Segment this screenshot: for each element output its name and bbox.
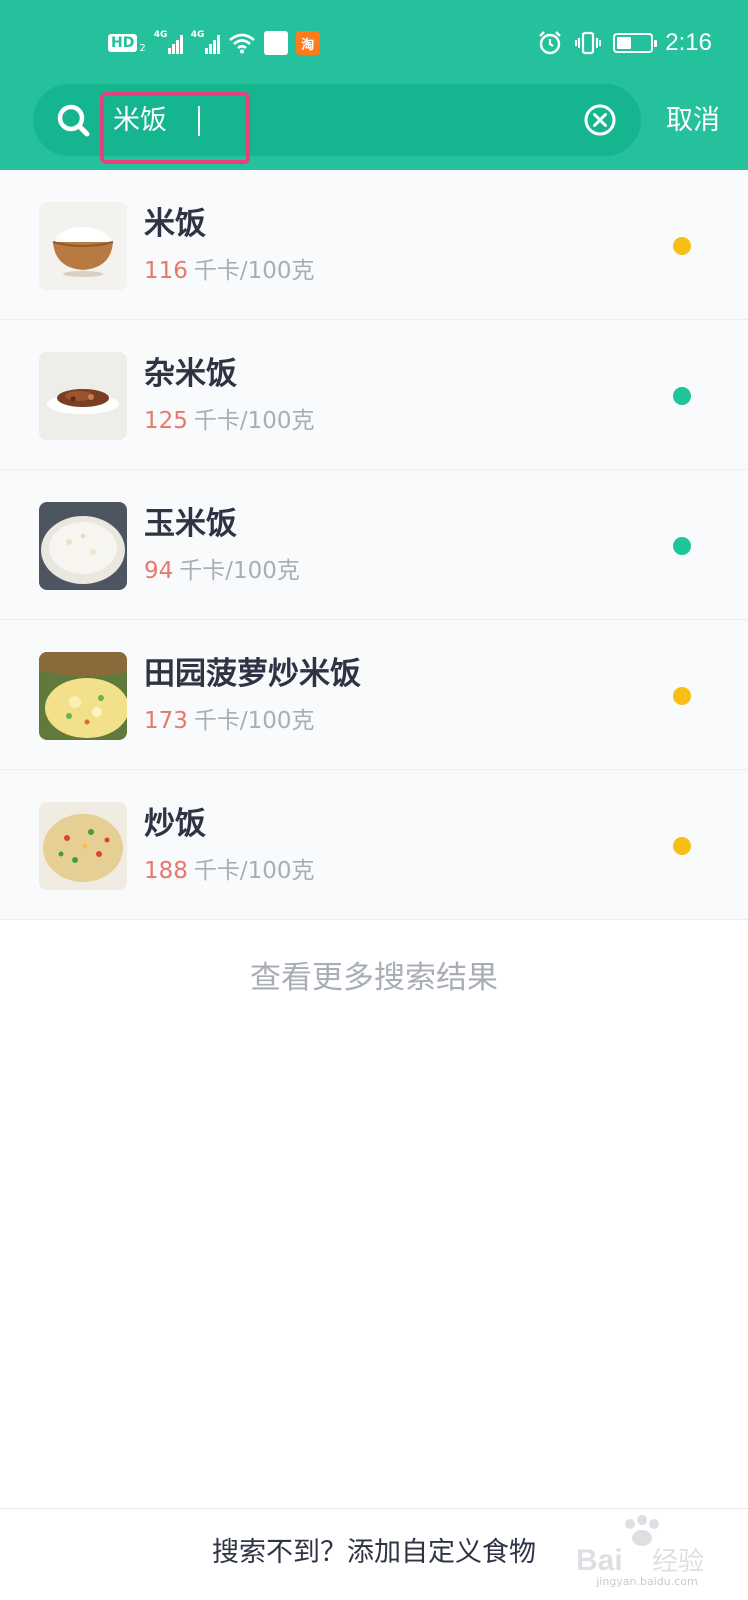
hd-voice-icon: HD: [108, 34, 138, 52]
status-bar: HD 2 4G 4G 淘 2:16: [0, 0, 748, 84]
food-name: 米饭: [144, 206, 206, 242]
calorie-unit: 千卡/100克: [193, 258, 315, 284]
svg-text:经验: 经验: [652, 1547, 704, 1577]
result-item[interactable]: 杂米饭 125 千卡/100克: [0, 320, 748, 470]
calorie-unit: 千卡/100克: [193, 708, 315, 734]
status-time: 2:16: [665, 29, 712, 56]
food-thumbnail: [39, 802, 127, 890]
health-level-dot: [673, 387, 691, 405]
food-name: 杂米饭: [144, 356, 237, 392]
search-input[interactable]: 米饭: [113, 102, 233, 140]
result-item[interactable]: 玉米饭 94 千卡/100克: [0, 470, 748, 620]
more-results-link[interactable]: 查看更多搜索结果: [0, 954, 748, 1002]
calorie-value: 125: [144, 408, 188, 434]
calorie-value: 173: [144, 708, 188, 734]
health-level-dot: [673, 537, 691, 555]
calorie-info: 188 千卡/100克: [144, 856, 315, 886]
network-type-label-2: 4G: [190, 30, 205, 40]
calorie-unit: 千卡/100克: [193, 858, 315, 884]
calorie-info: 173 千卡/100克: [144, 706, 315, 736]
result-item[interactable]: 炒饭 188 千卡/100克: [0, 770, 748, 920]
health-level-dot: [673, 837, 691, 855]
wifi-icon: [228, 33, 255, 54]
text-caret: [198, 106, 200, 136]
calorie-info: 125 千卡/100克: [144, 406, 315, 436]
clear-icon[interactable]: [582, 102, 618, 138]
result-item[interactable]: 田园菠萝炒米饭 173 千卡/100克: [0, 620, 748, 770]
calorie-value: 94: [144, 558, 174, 584]
vibrate-icon: [575, 31, 602, 55]
result-list: 米饭 116 千卡/100克 杂米饭 125 千卡/100克 玉米饭 94 千卡…: [0, 170, 748, 920]
taobao-app-icon: 淘: [295, 31, 320, 55]
food-name: 田园菠萝炒米饭: [144, 656, 361, 692]
calorie-unit: 千卡/100克: [179, 558, 300, 584]
cancel-button[interactable]: 取消: [666, 102, 720, 140]
calorie-value: 116: [144, 258, 188, 284]
food-thumbnail: [39, 202, 127, 290]
signal-icon-2: 4G: [190, 30, 220, 54]
status-left-group: HD 2 4G 4G 淘: [108, 28, 320, 58]
calorie-value: 188: [144, 858, 188, 884]
calorie-info: 94 千卡/100克: [144, 556, 300, 586]
food-thumbnail: [39, 652, 127, 740]
food-thumbnail: [39, 502, 127, 590]
food-name: 炒饭: [144, 806, 206, 842]
health-level-dot: [673, 687, 691, 705]
result-item[interactable]: 米饭 116 千卡/100克: [0, 170, 748, 320]
status-right-group: 2:16: [537, 28, 712, 58]
alarm-icon: [539, 31, 562, 55]
food-thumbnail: [39, 352, 127, 440]
feather-app-icon: [263, 31, 288, 55]
watermark-url: jingyan.baidu.com: [596, 1575, 698, 1588]
battery-icon: [613, 33, 658, 53]
search-icon: [57, 104, 90, 137]
app-header: HD 2 4G 4G 淘 2:16 米饭 取消: [0, 0, 748, 170]
health-level-dot: [673, 237, 691, 255]
calorie-info: 116 千卡/100克: [144, 256, 315, 286]
signal-icon: 4G: [153, 30, 183, 54]
food-name: 玉米饭: [144, 506, 237, 542]
hd-sub-label: 2: [139, 42, 146, 54]
search-bar[interactable]: 米饭: [33, 84, 641, 164]
network-type-label: 4G: [153, 30, 168, 40]
baidu-watermark: Bai 经验 jingyan.baidu.com: [572, 1510, 722, 1596]
calorie-unit: 千卡/100克: [193, 408, 315, 434]
svg-text:Bai: Bai: [576, 1544, 623, 1577]
